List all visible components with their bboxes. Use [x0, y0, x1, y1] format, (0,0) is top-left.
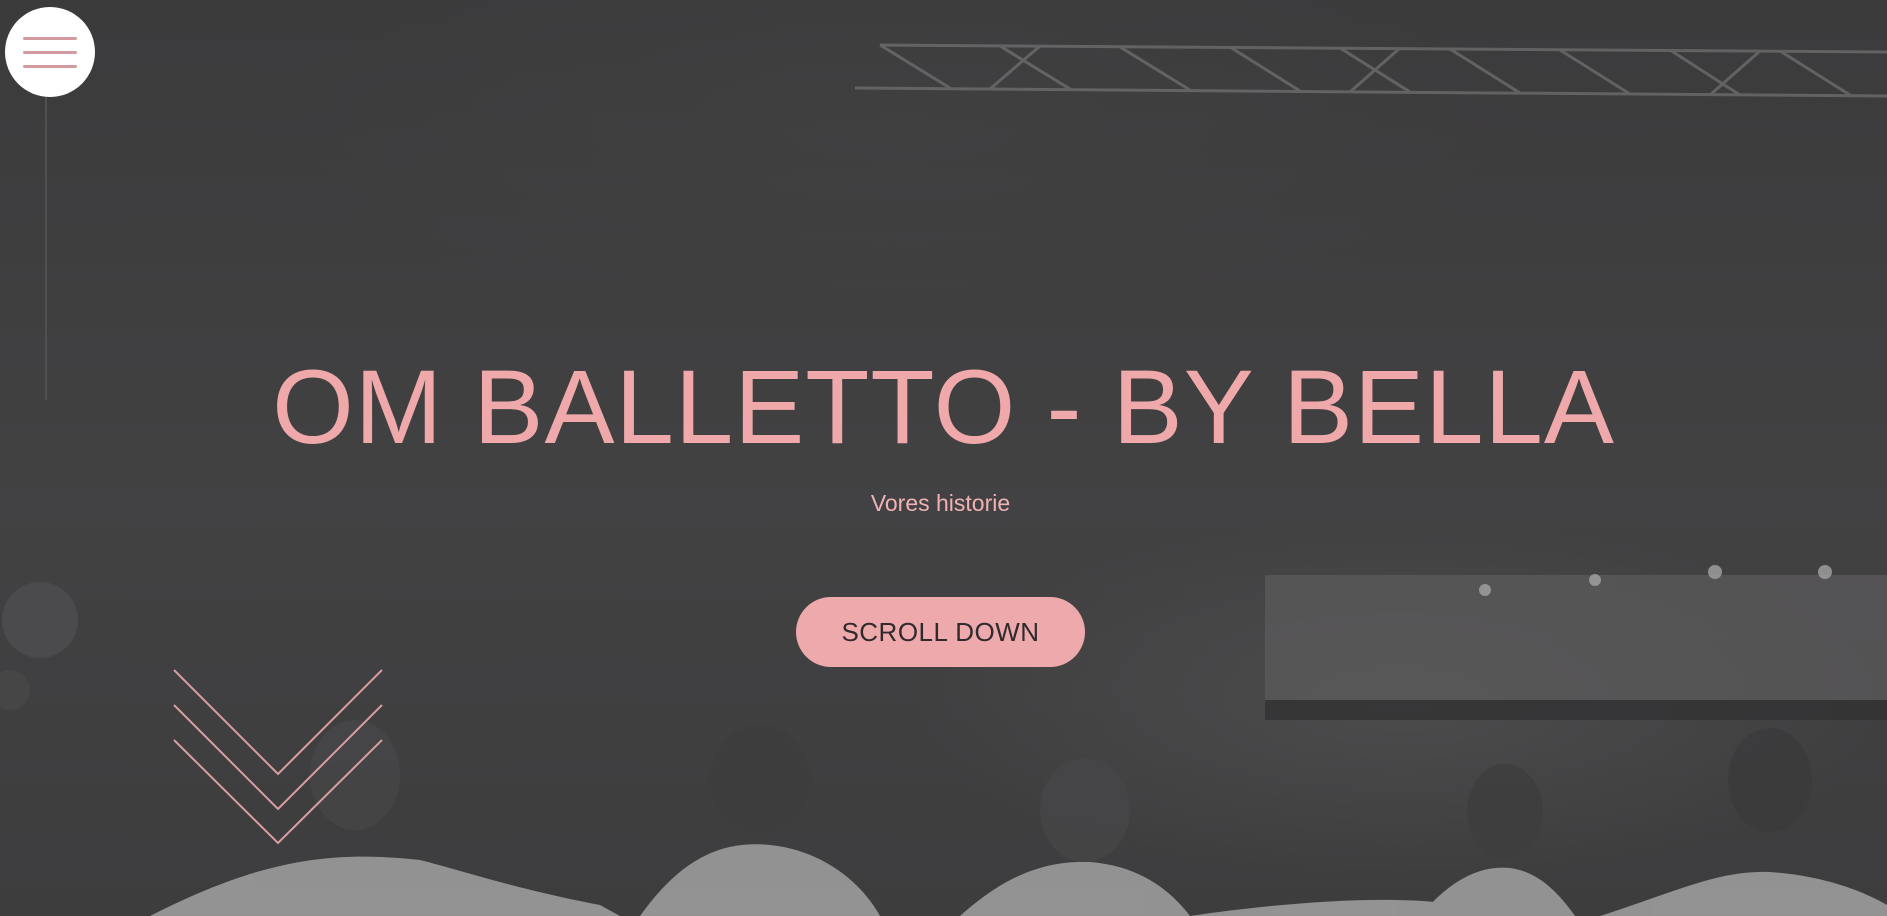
menu-button[interactable] [5, 7, 95, 97]
scroll-down-button[interactable]: SCROLL DOWN [796, 597, 1085, 667]
triple-chevron-down-icon [173, 669, 383, 845]
hamburger-menu-icon [23, 36, 77, 40]
hamburger-menu-icon-bar [23, 64, 77, 68]
hamburger-menu-icon-bar [23, 50, 77, 54]
page-title: OM BALLETTO - BY BELLA [272, 349, 1615, 466]
page-subtitle: Vores historie [870, 490, 1011, 516]
hero-section: OM BALLETTO - BY BELLA Vores historie SC… [0, 0, 1887, 916]
